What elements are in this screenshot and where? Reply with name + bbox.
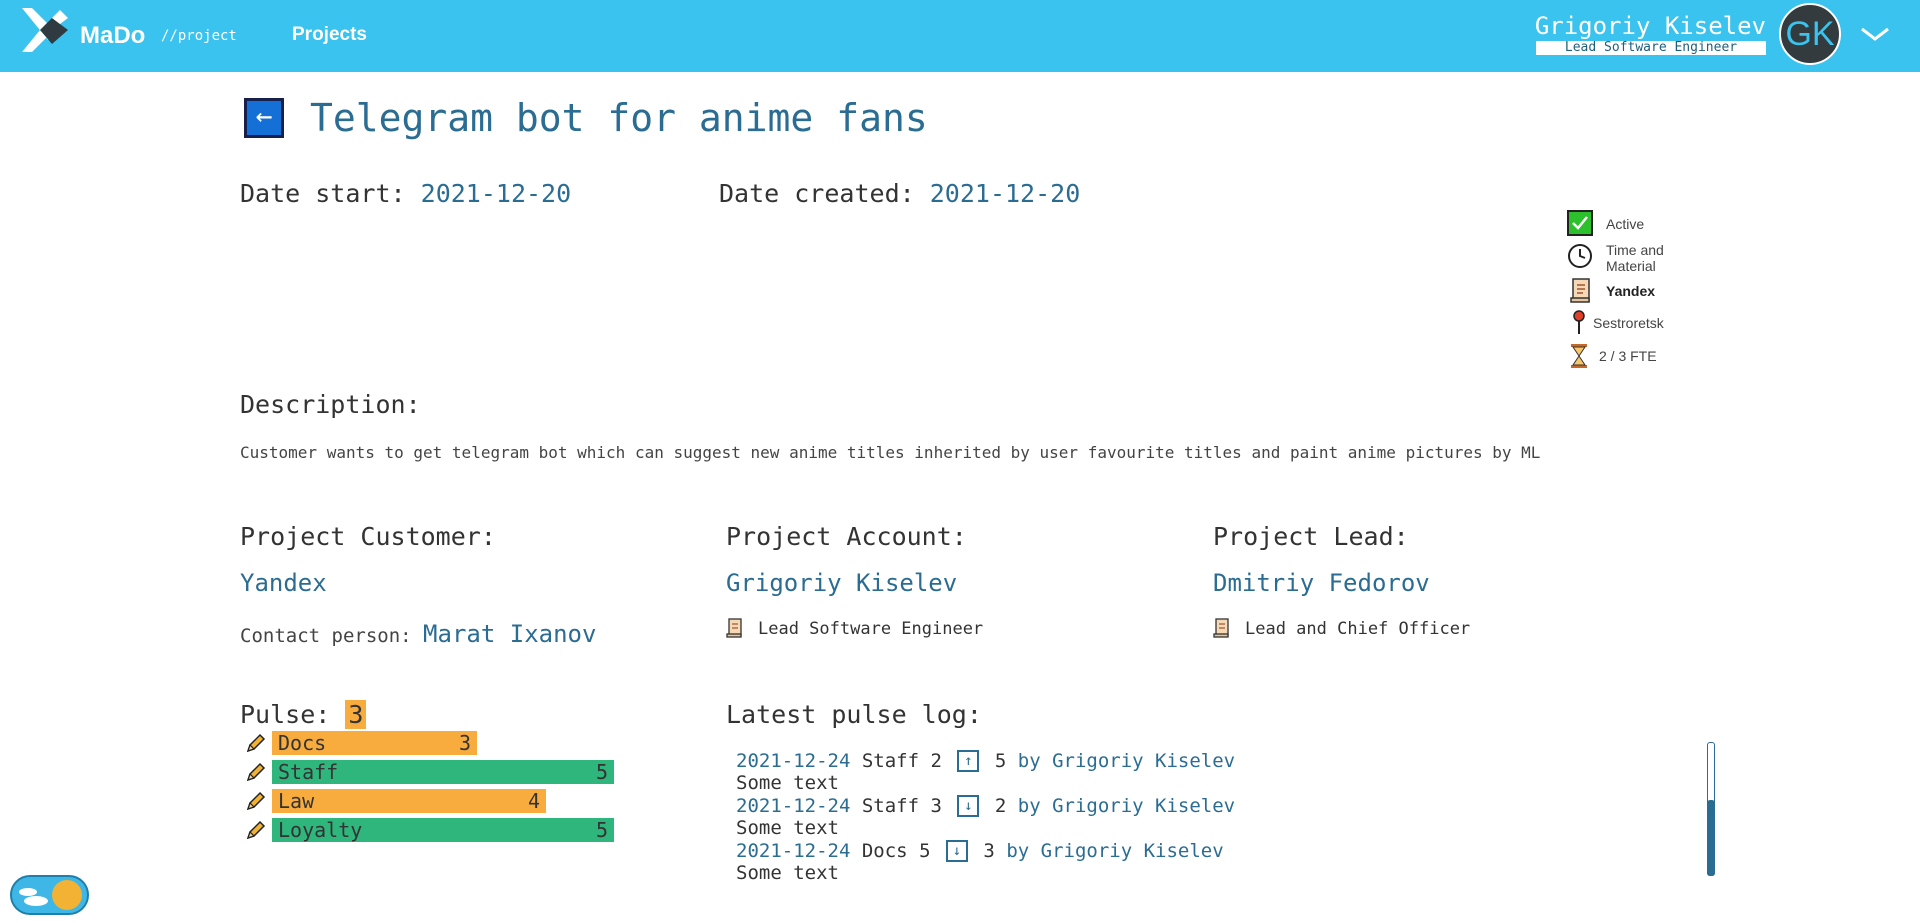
pulse-bar: Docs 3 <box>272 731 477 755</box>
pulse-bar: Law 4 <box>272 789 546 813</box>
pulse-item-value: 5 <box>595 818 608 842</box>
pulse-bar: Staff 5 <box>272 760 614 784</box>
log-comment: Some text <box>736 817 839 839</box>
date-start-value: 2021-12-20 <box>420 179 572 208</box>
arrow-down-icon: ↓ <box>945 840 968 862</box>
pulse-item-name: Staff <box>278 760 339 784</box>
customer-text: Yandex <box>1606 283 1656 299</box>
account-role-text: Lead Software Engineer <box>758 619 984 639</box>
pulse-item-value: 5 <box>595 760 608 784</box>
nav-projects-link[interactable]: Projects <box>292 24 367 46</box>
sun-icon <box>52 880 82 910</box>
pulse-log-heading: Latest pulse log: <box>726 700 982 729</box>
pulse-item-value: 4 <box>527 789 540 813</box>
log-comment: Some text <box>736 862 839 884</box>
hourglass-icon <box>1571 344 1587 368</box>
log-to-value: 2 <box>994 795 1007 817</box>
customer-name-link[interactable]: Yandex <box>240 569 327 597</box>
pulse-item-name: Law <box>278 789 315 813</box>
user-role: Lead Software Engineer <box>1536 41 1766 55</box>
log-author-link[interactable]: by Grigoriy Kiselev <box>1018 795 1235 817</box>
theme-toggle[interactable] <box>10 875 89 915</box>
pulse-score-badge: 3 <box>345 700 367 729</box>
pulse-bar: Loyalty 5 <box>272 818 614 842</box>
account-name-link[interactable]: Grigoriy Kiselev <box>726 569 957 597</box>
date-created: Date created: 2021-12-20 <box>719 179 1080 208</box>
page-title: Telegram bot for anime fans <box>310 96 928 140</box>
location-pin-icon <box>1573 310 1585 334</box>
pencil-icon[interactable] <box>244 733 266 755</box>
contact-person: Contact person: Marat Ixanov <box>240 620 596 648</box>
fte-text: 2 / 3 FTE <box>1599 348 1657 364</box>
description-heading: Description: <box>240 390 421 419</box>
lead-name-link[interactable]: Dmitriy Fedorov <box>1213 569 1430 597</box>
pulse-item-value: 3 <box>458 731 471 755</box>
user-name[interactable]: Grigoriy Kiselev <box>1534 12 1766 40</box>
scroll-icon <box>726 618 742 638</box>
pencil-icon[interactable] <box>244 791 266 813</box>
pulse-log-entry: 2021-12-24 Staff 3 ↓ 2 by Grigoriy Kisel… <box>736 795 1235 817</box>
pencil-icon[interactable] <box>244 762 266 784</box>
location-text: Sestroretsk <box>1593 315 1664 331</box>
lead-role-text: Lead and Chief Officer <box>1245 619 1471 639</box>
pulse-item-name: Docs <box>278 731 327 755</box>
top-bar: MaDo //project Projects Grigoriy Kiselev… <box>0 0 1920 72</box>
log-date: 2021-12-24 <box>736 795 851 817</box>
scroll-icon <box>1570 278 1590 303</box>
mado-logo-icon[interactable] <box>18 4 72 56</box>
scroll-icon <box>1213 618 1229 638</box>
log-to-value: 3 <box>983 840 995 862</box>
checkbox-checked-icon <box>1567 210 1593 236</box>
contact-person-label: Contact person: <box>240 625 412 647</box>
pulse-log-scrollbar-thumb[interactable] <box>1707 800 1715 876</box>
log-author-link[interactable]: by Grigoriy Kiselev <box>1006 840 1223 862</box>
date-start-label: Date start: <box>240 179 406 208</box>
pulse-log-entry: 2021-12-24 Docs 5 ↓ 3 by Grigoriy Kisele… <box>736 840 1224 862</box>
logo-text[interactable]: MaDo <box>80 22 145 50</box>
billing-text: Time and Material <box>1606 242 1664 274</box>
lead-role: Lead and Chief Officer <box>1213 618 1471 639</box>
chevron-down-icon[interactable] <box>1860 26 1890 42</box>
arrow-down-icon: ↓ <box>957 795 980 817</box>
log-category: Docs <box>861 840 908 862</box>
pulse-item-name: Loyalty <box>278 818 363 842</box>
log-to-value: 5 <box>994 750 1007 772</box>
contact-person-link[interactable]: Marat Ixanov <box>423 620 596 648</box>
log-from-value: 2 <box>930 750 942 772</box>
lead-heading: Project Lead: <box>1213 522 1409 551</box>
log-date: 2021-12-24 <box>736 840 851 862</box>
account-role: Lead Software Engineer <box>726 618 984 639</box>
date-created-value: 2021-12-20 <box>929 179 1081 208</box>
pulse-heading-label: Pulse: <box>240 700 331 729</box>
pulse-log-entry: 2021-12-24 Staff 2 ↑ 5 by Grigoriy Kisel… <box>736 750 1235 772</box>
log-category: Staff <box>861 795 920 817</box>
account-heading: Project Account: <box>726 522 967 551</box>
arrow-up-icon: ↑ <box>957 750 980 772</box>
log-category: Staff <box>861 750 920 772</box>
customer-heading: Project Customer: <box>240 522 496 551</box>
logo-subtitle: //project <box>161 28 237 44</box>
cloud-icon <box>19 888 48 906</box>
status-text: Active <box>1606 216 1645 232</box>
log-from-value: 3 <box>930 795 942 817</box>
pulse-heading: Pulse: 3 <box>240 700 367 729</box>
date-created-label: Date created: <box>719 179 915 208</box>
log-from-value: 5 <box>919 840 931 862</box>
date-start: Date start: 2021-12-20 <box>240 179 571 208</box>
clock-icon <box>1568 244 1592 268</box>
pencil-icon[interactable] <box>244 820 266 842</box>
log-author-link[interactable]: by Grigoriy Kiselev <box>1018 750 1235 772</box>
log-date: 2021-12-24 <box>736 750 851 772</box>
log-comment: Some text <box>736 772 839 794</box>
back-button[interactable]: ← <box>244 98 284 138</box>
avatar[interactable]: GK <box>1779 3 1841 65</box>
description-text: Customer wants to get telegram bot which… <box>240 443 1541 462</box>
